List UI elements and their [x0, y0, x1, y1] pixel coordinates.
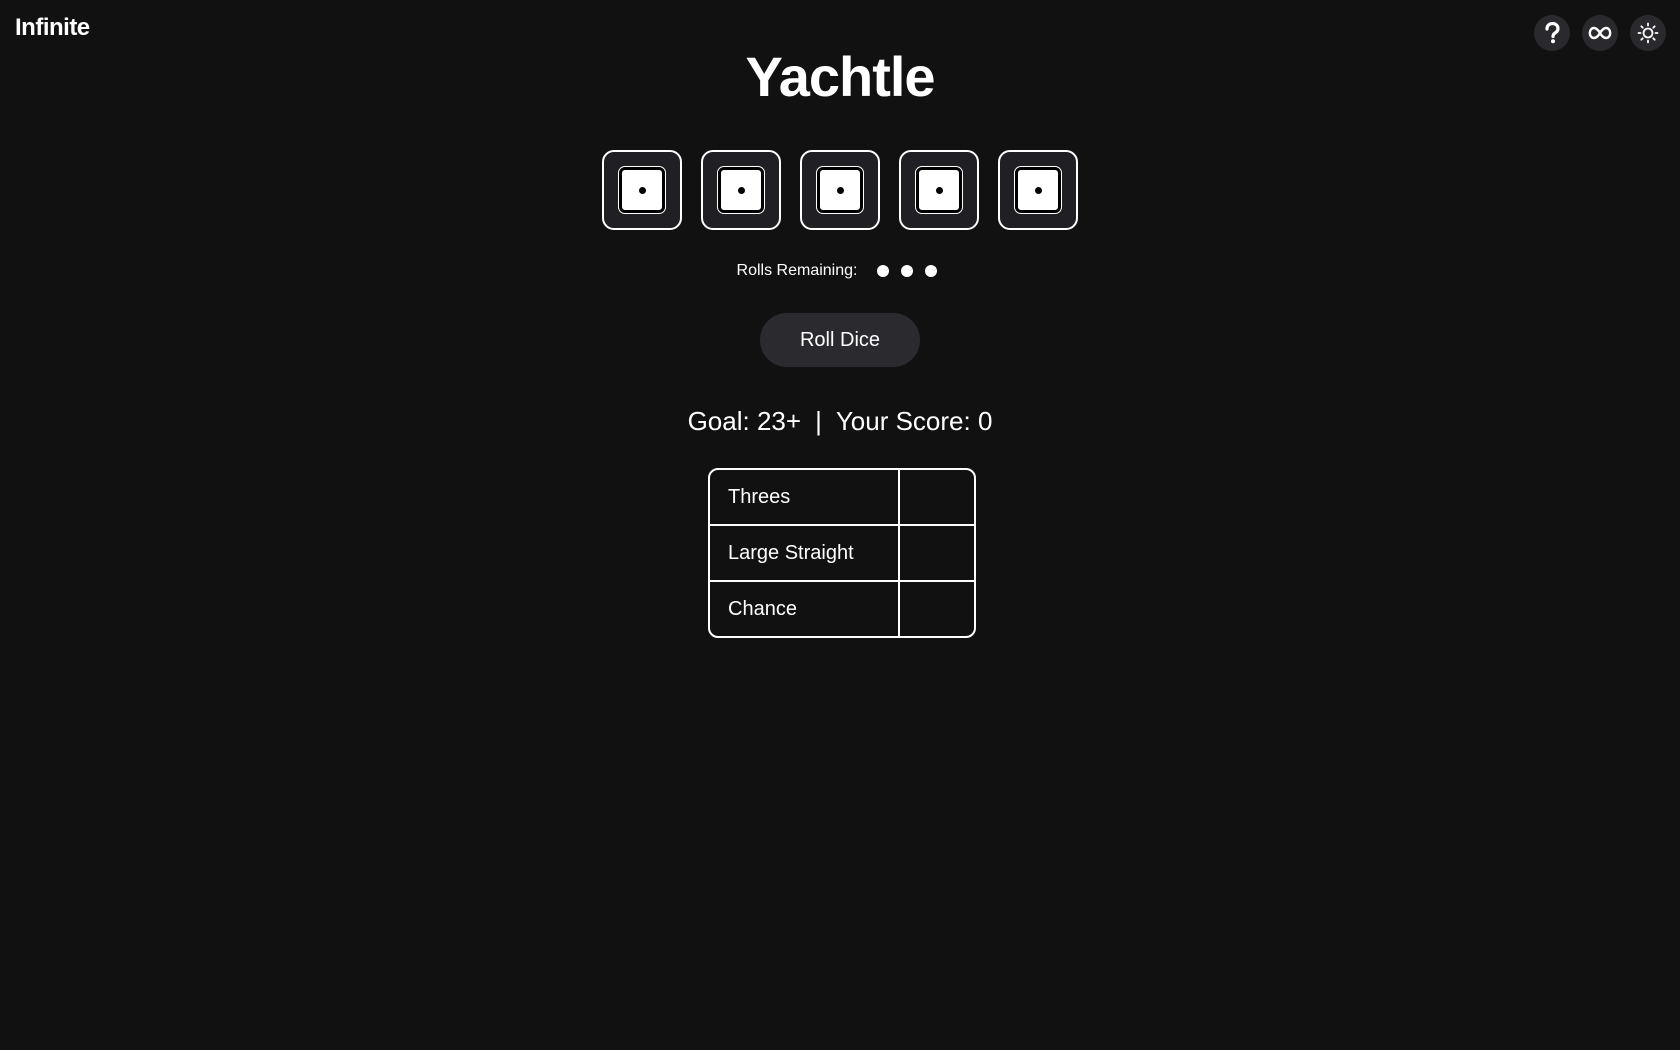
rolls-remaining: Rolls Remaining:: [0, 262, 1680, 280]
score-summary: Goal: 23+ | Your Score: 0: [0, 406, 1680, 437]
scorecard-score-cell[interactable]: [900, 582, 974, 636]
scorecard-category: Threes: [710, 470, 900, 524]
die-face-1: [1015, 167, 1061, 213]
die-slot[interactable]: [899, 150, 979, 230]
die-pip: [935, 186, 943, 194]
your-score-text: Your Score: 0: [835, 406, 993, 436]
roll-remaining-dot: [925, 265, 938, 277]
scorecard-row[interactable]: Threes: [710, 470, 974, 524]
die-face-1: [916, 167, 962, 213]
rolls-remaining-dots: [871, 265, 943, 277]
scorecard-score-cell[interactable]: [900, 526, 974, 580]
sun-icon: [1637, 22, 1659, 44]
die-pip: [836, 186, 844, 194]
goal-text: Goal: 23+: [687, 406, 802, 436]
infinity-icon: [1588, 26, 1612, 40]
page: Infinite Yachtle Rolls Remaining: Roll D…: [0, 0, 1680, 1050]
die-face-1: [619, 167, 665, 213]
die-slot[interactable]: [602, 150, 682, 230]
die-pip: [1034, 186, 1042, 194]
die-slot[interactable]: [998, 150, 1078, 230]
scorecard-row[interactable]: Large Straight: [710, 524, 974, 580]
roll-remaining-dot: [877, 265, 890, 277]
scorecard-row[interactable]: Chance: [710, 580, 974, 636]
roll-remaining-dot: [901, 265, 914, 277]
die-slot[interactable]: [701, 150, 781, 230]
die-face-1: [718, 167, 764, 213]
die-pip: [737, 186, 745, 194]
roll-dice-button[interactable]: Roll Dice: [760, 313, 920, 367]
dice-row: [0, 150, 1680, 230]
scorecard-category: Large Straight: [710, 526, 900, 580]
score-separator: |: [815, 406, 822, 436]
scorecard-category: Chance: [710, 582, 900, 636]
die-face-1: [817, 167, 863, 213]
scorecard-table: Threes Large Straight Chance: [708, 468, 976, 638]
die-slot[interactable]: [800, 150, 880, 230]
rolls-remaining-label: Rolls Remaining:: [736, 262, 858, 279]
scorecard-score-cell[interactable]: [900, 470, 974, 524]
die-pip: [638, 186, 646, 194]
help-icon: [1542, 22, 1562, 44]
brand-logo[interactable]: Infinite: [15, 14, 90, 42]
game-title: Yachtle: [745, 45, 935, 108]
